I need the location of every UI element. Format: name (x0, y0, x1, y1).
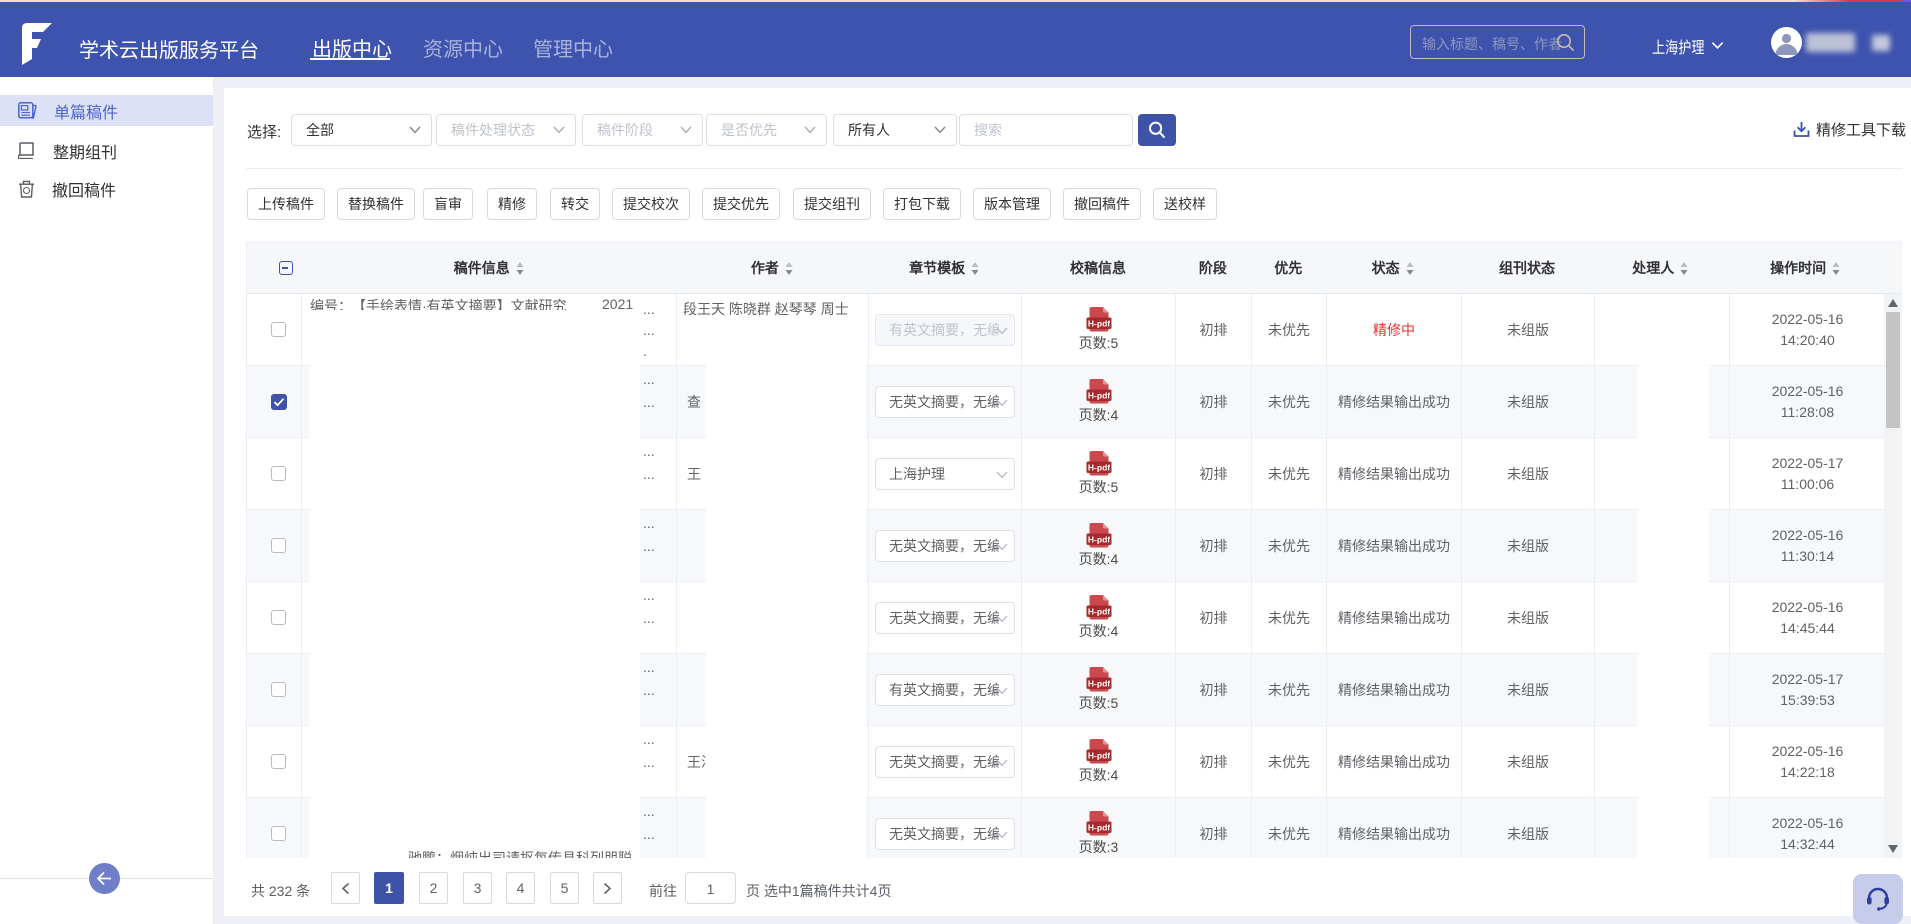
svg-text:H-pdf: H-pdf (1087, 606, 1109, 616)
svg-text:H-pdf: H-pdf (1087, 534, 1109, 544)
svg-text:H-pdf: H-pdf (1087, 462, 1109, 472)
svg-text:H-pdf: H-pdf (1087, 750, 1109, 760)
svg-text:H-pdf: H-pdf (1087, 678, 1109, 688)
svg-text:H-pdf: H-pdf (1087, 822, 1109, 832)
svg-text:H-pdf: H-pdf (1087, 318, 1109, 328)
svg-text:H-pdf: H-pdf (1087, 390, 1109, 400)
